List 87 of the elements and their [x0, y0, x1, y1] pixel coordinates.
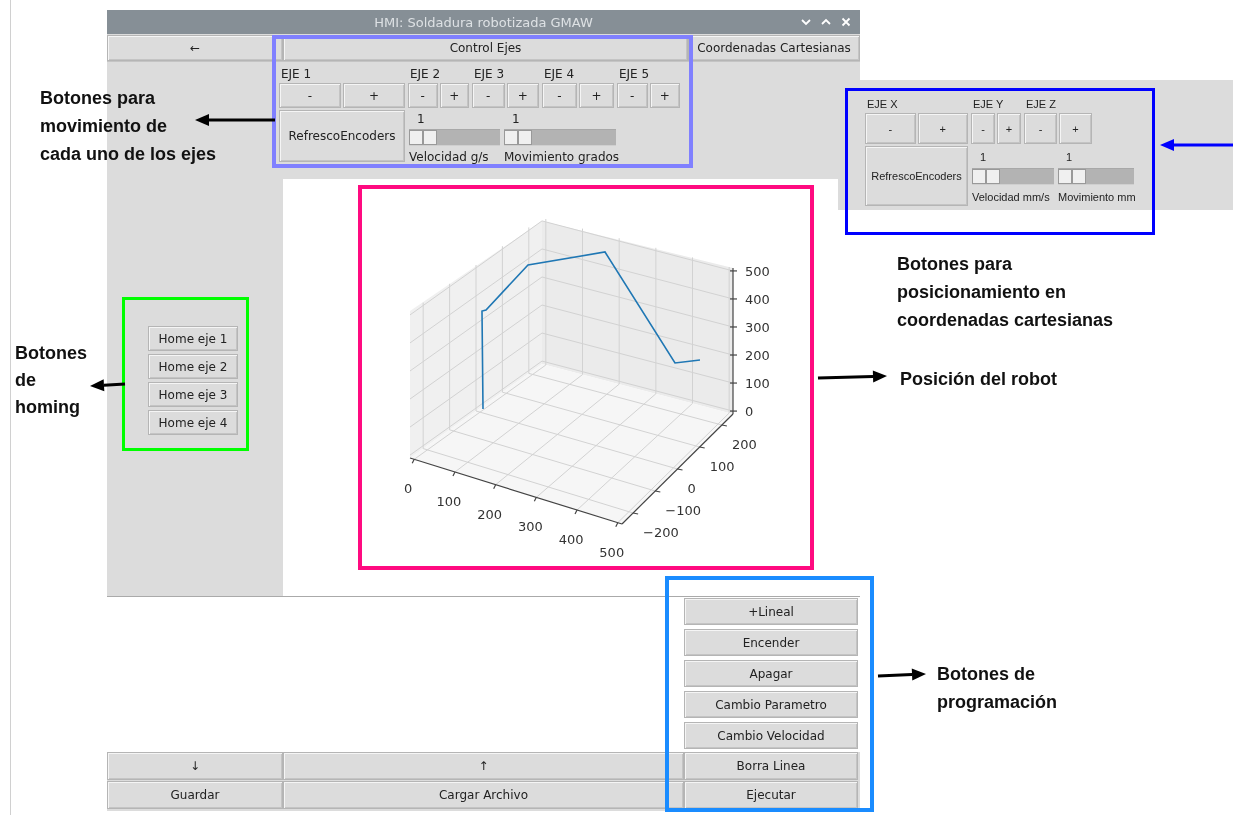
jog-button[interactable]: + — [343, 83, 405, 108]
tick-label: 200 — [477, 506, 503, 522]
tick-label: 500 — [599, 544, 625, 560]
tick-label: −200 — [643, 525, 679, 540]
slider-track[interactable] — [1058, 168, 1134, 185]
axis-label: EJE Y — [972, 97, 1004, 112]
callout-arrow — [877, 668, 926, 681]
tick-label: 300 — [745, 320, 770, 335]
minimize-icon[interactable] — [800, 16, 812, 28]
slider-value: 1 — [980, 150, 987, 165]
jog-button[interactable]: - — [542, 83, 577, 108]
tick-label: 300 — [517, 519, 543, 535]
refresh-encoders-button[interactable]: RefrescoEncoders — [865, 146, 968, 206]
slider-value: 1 — [512, 111, 520, 128]
slider-caption: Velocidad mm/s — [972, 191, 1050, 203]
action-button[interactable]: Guardar — [107, 781, 283, 809]
tick-label: 200 — [731, 437, 757, 452]
program-button[interactable]: Cambio Parametro — [684, 691, 858, 718]
tick-label: 100 — [709, 459, 735, 474]
jog-button[interactable]: + — [506, 83, 539, 108]
action-button[interactable]: Borra Linea — [684, 752, 858, 780]
jog-button[interactable]: + — [579, 83, 614, 108]
action-button[interactable]: Cargar Archivo — [283, 781, 684, 809]
jog-button[interactable]: - — [408, 83, 438, 108]
slider-thumb[interactable] — [409, 130, 437, 145]
slider-thumb[interactable] — [1058, 169, 1086, 184]
slider-value: 1 — [417, 111, 425, 128]
annotation-text: Botones para posicionamiento en coordenadas cartesianas — [897, 253, 1114, 332]
annotation-text: Botones para movimiento de cada uno de los ejes — [40, 87, 217, 166]
home-axis-button[interactable]: Home eje 1 — [148, 326, 238, 351]
annotation-text: Posición del robot — [900, 368, 1057, 391]
window-title: HMI: Soldadura robotizada GMAW — [374, 14, 593, 30]
slider-value: 1 — [1066, 150, 1073, 165]
slider-track[interactable] — [409, 129, 500, 146]
tick-label: −100 — [665, 503, 701, 518]
jog-button[interactable]: + — [439, 83, 469, 108]
back-button[interactable]: ← — [107, 35, 283, 61]
tick-label: 500 — [745, 263, 770, 279]
axis-label: EJE 3 — [473, 66, 505, 83]
callout-arrow — [90, 379, 126, 392]
slider-caption: Movimiento grados — [504, 150, 620, 164]
tick-label: 0 — [745, 404, 754, 420]
slider-caption: Velocidad g/s — [409, 150, 489, 164]
axis-label: EJE X — [866, 97, 898, 112]
slider-thumb[interactable] — [972, 169, 1000, 184]
jog-button[interactable]: - — [472, 83, 505, 108]
tick-label: 100 — [436, 494, 462, 509]
action-button[interactable]: ↑ — [283, 752, 684, 780]
jog-button[interactable]: + — [917, 113, 968, 144]
action-button[interactable]: ↓ — [107, 752, 283, 780]
axis-label: EJE 1 — [280, 66, 312, 83]
program-button[interactable]: Cambio Velocidad — [684, 722, 858, 749]
slider-caption: Movimiento mm — [1058, 191, 1136, 203]
jog-button[interactable]: + — [649, 83, 680, 108]
tick-label: 100 — [745, 376, 770, 392]
jog-button[interactable]: - — [971, 113, 995, 144]
jog-button[interactable]: - — [865, 113, 916, 144]
program-button[interactable]: Encender — [684, 629, 858, 656]
program-button[interactable]: +Lineal — [684, 598, 858, 625]
axis-label: EJE 2 — [409, 66, 441, 83]
cartesian-button[interactable]: Coordenadas Cartesianas — [688, 35, 860, 61]
home-axis-button[interactable]: Home eje 3 — [148, 382, 238, 407]
home-axis-button[interactable]: Home eje 4 — [148, 410, 238, 435]
axis-label: EJE 5 — [618, 66, 650, 83]
action-button[interactable]: Ejecutar — [684, 781, 858, 809]
tick-label: 0 — [687, 481, 696, 496]
annotation-text: Botones de homing — [15, 342, 87, 419]
tick-label: 400 — [558, 532, 584, 547]
jog-button[interactable]: + — [1059, 113, 1092, 144]
slider-thumb[interactable] — [504, 130, 532, 145]
close-icon[interactable] — [840, 16, 852, 28]
slider-track[interactable] — [972, 168, 1054, 185]
home-axis-button[interactable]: Home eje 2 — [148, 354, 238, 379]
jog-button[interactable]: + — [997, 113, 1021, 144]
jog-button[interactable]: - — [617, 83, 648, 108]
program-button[interactable]: Apagar — [684, 660, 858, 687]
refresh-encoders-button[interactable]: RefrescoEncoders — [279, 110, 405, 162]
tick-label: 200 — [745, 348, 770, 363]
axis-label: EJE Z — [1025, 97, 1056, 112]
jog-button[interactable]: - — [279, 83, 341, 108]
annotation-text: Botones de programación — [937, 663, 1058, 714]
tick-label: 0 — [404, 481, 413, 497]
slider-track[interactable] — [504, 129, 616, 146]
axis-label: EJE 4 — [543, 66, 575, 83]
callout-arrow — [817, 370, 887, 383]
tick-label: 400 — [745, 291, 770, 307]
jog-button[interactable]: - — [1024, 113, 1057, 144]
